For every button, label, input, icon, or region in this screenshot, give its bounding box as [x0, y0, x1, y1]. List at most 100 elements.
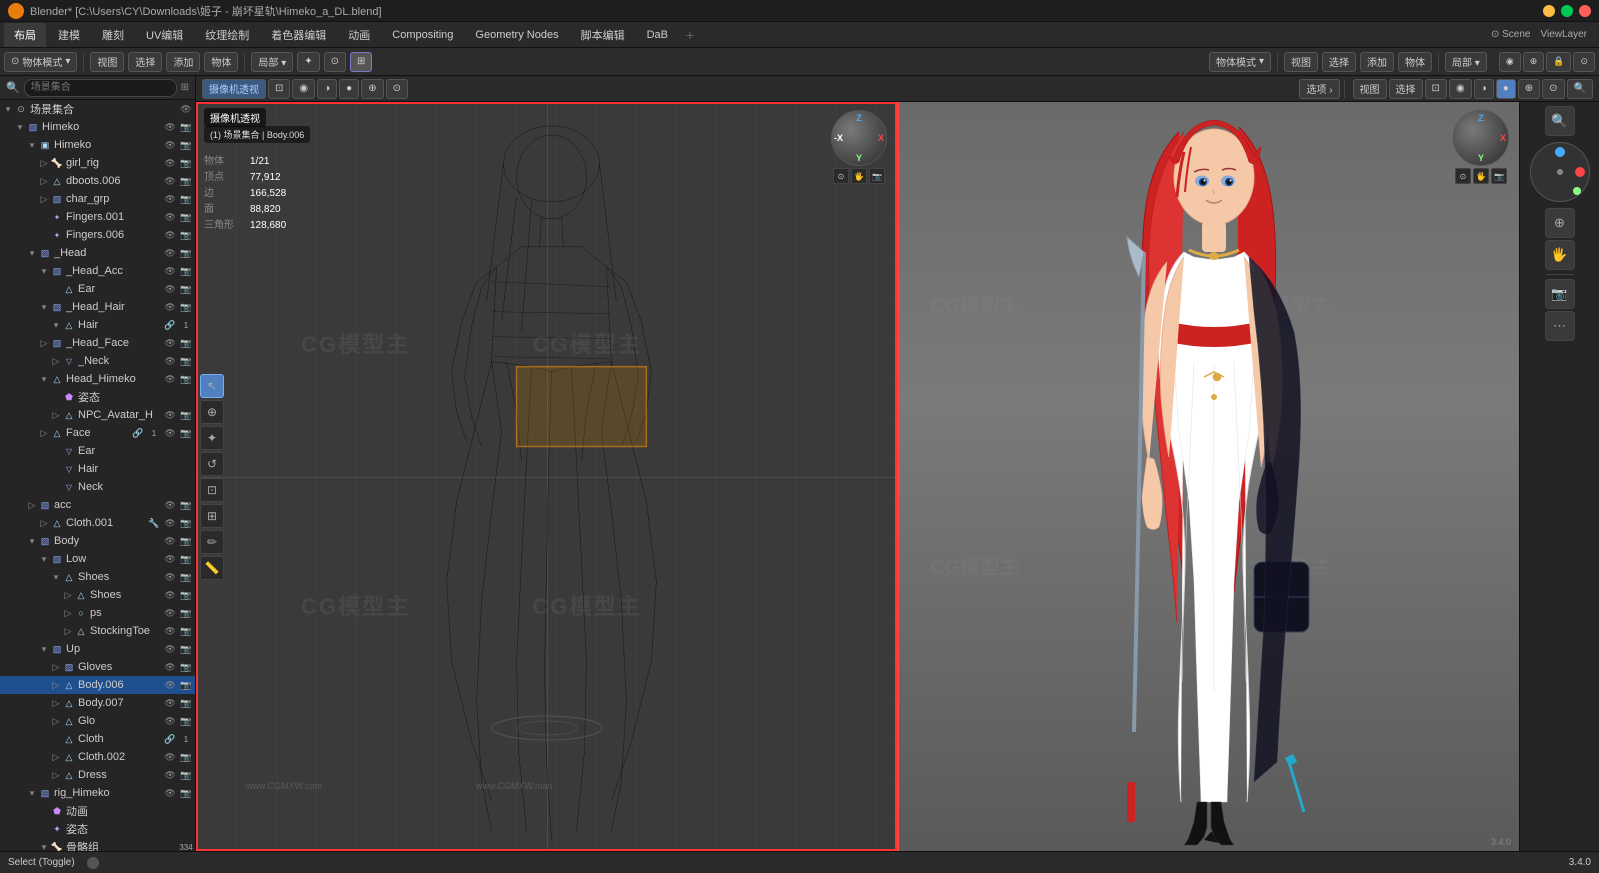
render-icon[interactable]: 📷 — [179, 300, 193, 314]
vp-view-right-btn[interactable]: 视图 — [1353, 79, 1387, 99]
tree-item-neck[interactable]: ▷ ▽ _Neck 👁 📷 — [0, 352, 195, 370]
expand-icon[interactable]: ▾ — [38, 838, 50, 851]
tree-item-bone-group[interactable]: ▾ 🦴 骨骼组 334 — [0, 838, 195, 851]
tree-item-gloves[interactable]: ▷ ▧ Gloves 👁 📷 — [0, 658, 195, 676]
eye-icon[interactable]: 👁 — [163, 552, 177, 566]
expand-icon[interactable]: ▾ — [26, 244, 38, 262]
render-icon[interactable]: 📷 — [179, 372, 193, 386]
annotate-tool[interactable]: ✏ — [200, 530, 224, 554]
eye-icon[interactable]: 👁 — [163, 606, 177, 620]
vp-shading-wire-right[interactable]: ⊡ — [1425, 79, 1447, 99]
tree-item-up[interactable]: ▾ ▧ Up 👁 📷 — [0, 640, 195, 658]
tree-item-himeko-obj[interactable]: ▾ ▣ Himeko 👁 📷 — [0, 136, 195, 154]
nav-pan-btn[interactable]: 🖐 — [1473, 168, 1489, 184]
viewport-right-nav[interactable]: Z X Y ⊙ 🖐 📷 — [1453, 110, 1509, 184]
render-icon[interactable]: 📷 — [179, 624, 193, 638]
eye-icon[interactable]: 👁 — [163, 426, 177, 440]
expand-icon[interactable]: ▷ — [38, 190, 50, 208]
global-local-btn[interactable]: 局部 ▾ — [251, 52, 293, 72]
right-object-btn[interactable]: 物体 — [1398, 52, 1432, 72]
tree-item-face[interactable]: ▷ △ Face 🔗 1 👁 📷 — [0, 424, 195, 442]
vp-shading-solid-right[interactable]: ◉ — [1449, 79, 1472, 99]
nav-zoom-btn[interactable]: 🖐 — [851, 168, 867, 184]
eye-icon[interactable]: 👁 — [163, 174, 177, 188]
expand-icon[interactable]: ▾ — [26, 784, 38, 802]
vp-options-btn[interactable]: 选项 › — [1299, 79, 1339, 99]
tree-item-ear2[interactable]: ▽ Ear — [0, 442, 195, 460]
tree-item-head-hair[interactable]: ▾ ▧ _Head_Hair 👁 📷 — [0, 298, 195, 316]
expand-icon[interactable]: ▷ — [38, 172, 50, 190]
transform-tool[interactable]: ⊞ — [200, 504, 224, 528]
expand-icon[interactable]: ▾ — [38, 298, 50, 316]
eye-icon[interactable]: 👁 — [163, 408, 177, 422]
expand-icon[interactable]: ▷ — [50, 766, 62, 784]
tree-item-head-himeko[interactable]: ▾ △ Head_Himeko 👁 📷 — [0, 370, 195, 388]
tree-item-body007[interactable]: ▷ △ Body.007 👁 📷 — [0, 694, 195, 712]
render-icon[interactable]: 📷 — [179, 516, 193, 530]
rp-nav-circle[interactable] — [1530, 142, 1590, 202]
expand-icon[interactable] — [38, 226, 50, 244]
render-icon[interactable]: 📷 — [179, 750, 193, 764]
tree-item-ps[interactable]: ▷ ○ ps 👁 📷 — [0, 604, 195, 622]
eye-icon[interactable]: 👁 — [163, 138, 177, 152]
eye-icon[interactable]: 👁 — [163, 786, 177, 800]
tree-item-ear[interactable]: △ Ear 👁 📷 — [0, 280, 195, 298]
snap-icon[interactable]: ✦ — [297, 52, 319, 72]
eye-icon[interactable]: 👁 — [163, 264, 177, 278]
viewport-select-btn[interactable]: 选择 — [128, 52, 162, 72]
eye-icon[interactable]: 👁 — [163, 300, 177, 314]
eye-icon[interactable]: 👁 — [163, 678, 177, 692]
tab-geometry-nodes[interactable]: Geometry Nodes — [465, 23, 568, 47]
tab-texture[interactable]: 纹理绘制 — [195, 23, 259, 47]
move-tool[interactable]: ✦ — [200, 426, 224, 450]
expand-icon[interactable]: ▷ — [50, 676, 62, 694]
eye-icon[interactable]: 👁 — [163, 210, 177, 224]
tree-item-neck2[interactable]: ▽ Neck — [0, 478, 195, 496]
render-icon[interactable]: 📷 — [179, 588, 193, 602]
expand-icon[interactable]: ▷ — [38, 514, 50, 532]
eye-icon[interactable]: 👁 — [163, 750, 177, 764]
nav-persp-btn[interactable]: ⊙ — [1455, 168, 1471, 184]
tree-item-stocking-toe[interactable]: ▷ △ StockingToe 👁 📷 — [0, 622, 195, 640]
nav-sphere-right[interactable]: Z X Y — [1453, 110, 1509, 166]
eye-icon[interactable]: 👁 — [163, 282, 177, 296]
tree-item-dress[interactable]: ▷ △ Dress 👁 📷 — [0, 766, 195, 784]
viewport-view-btn[interactable]: 视图 — [90, 52, 124, 72]
render-icon[interactable]: 📷 — [179, 282, 193, 296]
render-icon[interactable]: 📷 — [179, 354, 193, 368]
render-icon[interactable]: 📷 — [179, 264, 193, 278]
expand-icon[interactable]: ▷ — [50, 658, 62, 676]
render-icon[interactable]: 📷 — [179, 498, 193, 512]
tree-item-acc[interactable]: ▷ ▧ acc 👁 📷 — [0, 496, 195, 514]
eye-icon[interactable]: 👁 — [163, 372, 177, 386]
tree-item-pose2[interactable]: ✦ 姿态 — [0, 820, 195, 838]
expand-icon[interactable]: ▷ — [62, 622, 74, 640]
modifier-icon[interactable]: 🔧 — [147, 516, 161, 530]
right-select-btn[interactable]: 选择 — [1322, 52, 1356, 72]
vp-gizmo-right-btn[interactable]: ⊙ — [1542, 79, 1564, 99]
tree-item-head-acc[interactable]: ▾ ▧ _Head_Acc 👁 📷 — [0, 262, 195, 280]
vp-shading-render[interactable]: ● — [339, 79, 359, 99]
expand-icon[interactable]: ▷ — [50, 406, 62, 424]
proportional-edit-btn[interactable]: ⊙ — [1573, 52, 1595, 72]
tab-uv[interactable]: UV编辑 — [136, 23, 193, 47]
gizmo-btn[interactable]: ⊕ — [1523, 52, 1545, 72]
vp-gizmo-btn[interactable]: ⊙ — [386, 79, 408, 99]
eye-icon[interactable]: 👁 — [163, 534, 177, 548]
tree-item-body006[interactable]: ▷ △ Body.006 👁 📷 — [0, 676, 195, 694]
expand-icon[interactable] — [50, 388, 62, 406]
viewport-add-btn[interactable]: 添加 — [166, 52, 200, 72]
tree-item-scene-collection[interactable]: ▾ ⊙ 场景集合 👁 — [0, 100, 195, 118]
tab-compositing[interactable]: Compositing — [382, 23, 463, 47]
rp-hand-btn[interactable]: 🖐 — [1545, 240, 1575, 270]
eye-icon[interactable]: 👁 — [163, 246, 177, 260]
tree-item-girl-rig[interactable]: ▷ 🦴 girl_rig 👁 📷 — [0, 154, 195, 172]
render-icon[interactable]: 📷 — [179, 642, 193, 656]
eye-icon[interactable]: 👁 — [163, 588, 177, 602]
expand-icon[interactable] — [50, 280, 62, 298]
expand-icon[interactable]: ▷ — [50, 352, 62, 370]
vp-perspective-btn[interactable]: 摄像机透视 — [202, 79, 266, 99]
expand-icon[interactable]: ▷ — [26, 496, 38, 514]
expand-icon[interactable]: ▾ — [50, 568, 62, 586]
expand-icon[interactable]: ▾ — [38, 550, 50, 568]
